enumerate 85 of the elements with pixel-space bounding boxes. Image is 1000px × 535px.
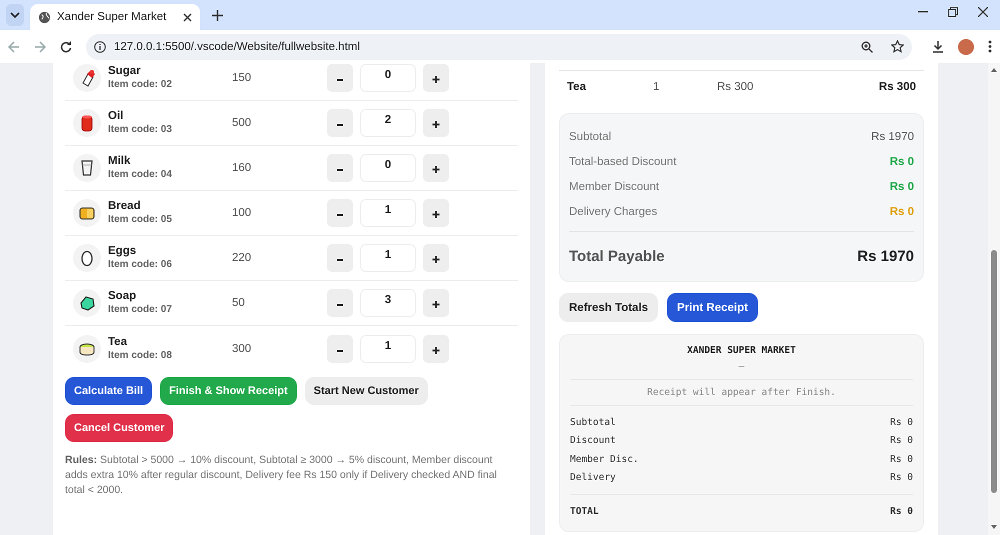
bill-item-qty: 1 [653, 81, 660, 93]
increment-button[interactable] [423, 244, 449, 272]
product-price: 220 [232, 252, 252, 264]
quantity-field[interactable]: 1 [360, 199, 416, 227]
rules-text: Rules: Subtotal > 5000 → 10% discount, Subtotal ≥ 3000 → 5% discount, Member discount adds extra 10% after regular discount, Delivery fee Rs 150 only if Delivery checked AND final total < 2000. [65, 453, 498, 498]
item-code: Item code: 02 [108, 78, 172, 91]
increment-button[interactable] [423, 154, 449, 182]
product-price: 150 [232, 72, 252, 84]
receipt-label: Subtotal [570, 416, 616, 428]
total-value: Rs 0 [890, 180, 914, 192]
total-value: Rs 0 [890, 206, 914, 218]
product-name: Milk [108, 155, 130, 168]
receipt-value: Rs 0 [890, 472, 913, 484]
increment-button[interactable] [423, 334, 449, 362]
close-icon[interactable] [978, 7, 988, 17]
increment-button[interactable] [423, 289, 449, 317]
total-payable-label: Total Payable [569, 248, 665, 264]
close-icon[interactable] [183, 12, 192, 22]
action-button[interactable]: Calculate Bill [65, 377, 152, 405]
item-code: Item code: 06 [108, 258, 172, 271]
receipt-total-label: TOTAL [570, 506, 599, 517]
receipt-value: Rs 0 [890, 454, 913, 465]
product-price: 500 [232, 117, 252, 129]
receipt-subtitle: – [738, 361, 744, 372]
profile-avatar[interactable] [958, 38, 974, 54]
product-name: Eggs [108, 245, 136, 258]
receipt-label: Delivery [570, 472, 616, 484]
quantity-field[interactable]: 3 [360, 289, 416, 317]
new-tab-icon[interactable] [212, 10, 223, 20]
product-price: 160 [232, 162, 252, 174]
reload-icon[interactable] [60, 40, 72, 52]
receipt-label: Member Disc. [570, 454, 639, 465]
receipt-message: Receipt will appear after Finish. [647, 387, 836, 398]
bill-item-name: Tea [567, 81, 587, 93]
restore-icon[interactable] [948, 7, 958, 17]
receipt-total-value: Rs 0 [890, 506, 913, 517]
quantity-field[interactable]: 2 [360, 109, 416, 137]
receipt-value: Rs 0 [890, 416, 913, 428]
item-code: Item code: 04 [108, 168, 172, 181]
action-button[interactable]: Cancel Customer [65, 414, 174, 442]
receipt-value: Rs 0 [890, 435, 913, 446]
increment-button[interactable] [423, 109, 449, 137]
quantity-field[interactable]: 1 [360, 244, 416, 272]
address-bar[interactable]: 127.0.0.1:5500/.vscode/Website/fullwebsite.html [86, 34, 912, 60]
receipt-label: Discount [570, 435, 616, 446]
bill-item-total: Rs 300 [878, 81, 916, 93]
totals-button[interactable]: Print Receipt [667, 293, 758, 322]
item-code: Item code: 05 [108, 213, 172, 226]
product-name: Tea [108, 336, 127, 348]
quantity-field[interactable]: 1 [360, 334, 416, 362]
increment-button[interactable] [423, 199, 449, 227]
product-name: Soap [108, 290, 136, 303]
item-code: Item code: 03 [108, 123, 172, 136]
item-code: Item code: 08 [108, 348, 172, 362]
product-price: 100 [232, 207, 252, 219]
menu-icon[interactable] [988, 40, 992, 53]
total-label: Member Discount [569, 180, 660, 192]
info-icon[interactable] [94, 40, 106, 52]
quantity-field[interactable]: 0 [360, 154, 416, 182]
quantity-field[interactable]: 0 [360, 64, 416, 92]
globe-icon [38, 10, 51, 24]
zoom-icon[interactable] [861, 40, 873, 52]
item-code: Item code: 07 [108, 303, 172, 316]
total-label: Subtotal [569, 130, 612, 142]
product-name: Bread [108, 200, 141, 213]
total-value: Rs 0 [890, 156, 914, 168]
product-price: 50 [232, 297, 246, 309]
tab-list-icon[interactable] [6, 4, 24, 26]
bill-item-price: Rs 300 [717, 81, 754, 93]
total-payable-value: Rs 1970 [857, 248, 914, 264]
product-name: Sugar [108, 65, 141, 78]
action-button[interactable]: Start New Customer [304, 377, 428, 405]
increment-button[interactable] [423, 64, 449, 92]
download-icon[interactable] [932, 40, 944, 52]
total-value: Rs 1970 [871, 130, 914, 142]
star-icon[interactable] [891, 40, 904, 53]
browser-tab[interactable]: Xander Super Market [30, 4, 200, 30]
product-name: Oil [108, 110, 124, 123]
total-label: Total-based Discount [569, 156, 676, 168]
total-label: Delivery Charges [569, 206, 658, 218]
receipt-title: XANDER SUPER MARKET [687, 345, 796, 356]
tab-title: Xander Super Market [57, 11, 168, 23]
minimize-icon[interactable] [918, 11, 928, 13]
product-price: 300 [232, 342, 252, 354]
totals-button[interactable]: Refresh Totals [559, 293, 658, 322]
